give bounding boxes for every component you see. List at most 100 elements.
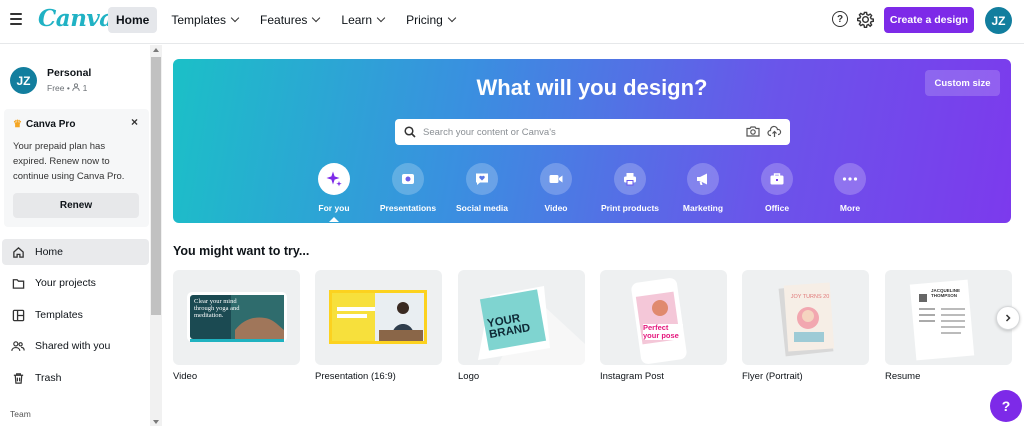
hero-title: What will you design? [476, 75, 708, 100]
suggestions-title: You might want to try... [173, 244, 310, 258]
sidebar-item-templates[interactable]: Templates [2, 302, 149, 328]
pro-message: Your prepaid plan has expired. Renew now… [13, 141, 125, 182]
nav-features-label: Features [260, 13, 308, 27]
nav-features[interactable]: Features [252, 7, 327, 33]
category-label: Presentations [379, 203, 437, 213]
upload-cloud-icon[interactable] [767, 125, 782, 138]
card-logo-label[interactable]: Logo [458, 371, 479, 382]
card-flyer-label[interactable]: Flyer (Portrait) [742, 371, 803, 382]
person-icon [72, 83, 80, 92]
card-flyer[interactable]: JOY TURNS 20 [742, 270, 869, 365]
account-name[interactable]: Personal [47, 67, 91, 79]
category-marketing[interactable]: Marketing [663, 163, 743, 213]
design-search-bar[interactable] [395, 119, 790, 145]
category-video[interactable]: Video [516, 163, 596, 213]
resume-thumbnail [909, 279, 975, 361]
selected-indicator [329, 217, 339, 222]
category-label: Print products [600, 203, 660, 213]
card-video[interactable]: Clear your mind through yoga and meditat… [173, 270, 300, 365]
custom-size-button[interactable]: Custom size [925, 70, 1000, 96]
sparkle-icon [318, 163, 350, 195]
category-social-media[interactable]: Social media [442, 163, 522, 213]
trash-icon [11, 371, 25, 385]
hero-banner: What will you design? Custom size For yo… [173, 59, 1011, 223]
nav-templates[interactable]: Templates [163, 7, 246, 33]
megaphone-icon [687, 163, 719, 195]
instagram-thumb-text: Perfect your pose [643, 324, 683, 340]
chevron-right-icon [1005, 314, 1011, 322]
settings-gear-icon[interactable] [857, 11, 874, 28]
resume-thumb-text: JACQUELINE THOMPSON [931, 288, 961, 298]
sidebar-item-shared-with-you[interactable]: Shared with you [2, 333, 149, 359]
category-print-products[interactable]: Print products [590, 163, 670, 213]
user-avatar[interactable]: JZ [985, 7, 1012, 34]
sidebar-item-trash[interactable]: Trash [2, 365, 149, 391]
account-avatar[interactable]: JZ [10, 67, 37, 94]
scrollbar-thumb[interactable] [151, 57, 161, 315]
canva-logo[interactable]: Canva [38, 5, 114, 32]
sidebar-scrollbar[interactable] [150, 45, 162, 426]
menu-icon[interactable] [10, 13, 22, 25]
card-resume-label[interactable]: Resume [885, 371, 920, 382]
printer-icon [614, 163, 646, 195]
card-presentation[interactable] [315, 270, 442, 365]
card-presentation-label[interactable]: Presentation (16:9) [315, 371, 396, 382]
nav-pricing[interactable]: Pricing [398, 7, 463, 33]
presentation-icon [392, 163, 424, 195]
scroll-up-icon[interactable] [153, 48, 159, 52]
sidebar-item-home[interactable]: Home [2, 239, 149, 265]
pro-title: ♛ Canva Pro [13, 119, 75, 130]
sidebar-item-label: Trash [35, 372, 62, 384]
heart-chat-icon [466, 163, 498, 195]
nav-home[interactable]: Home [108, 7, 158, 33]
instagram-thumbnail [631, 278, 687, 364]
nav-learn-label: Learn [341, 13, 373, 27]
category-label: Office [764, 203, 790, 213]
nav-templates-label: Templates [171, 13, 227, 27]
category-for-you[interactable]: For you [294, 163, 374, 222]
help-fab-button[interactable]: ? [990, 390, 1022, 422]
card-video-label[interactable]: Video [173, 371, 197, 382]
chevron-down-icon [376, 13, 386, 23]
card-instagram-post-label[interactable]: Instagram Post [600, 371, 664, 382]
templates-icon [11, 308, 25, 322]
create-design-button[interactable]: Create a design [884, 7, 974, 33]
top-bar: Canva Home Templates Features Learn Pric… [0, 0, 1024, 44]
scroll-down-icon[interactable] [153, 420, 159, 424]
chevron-down-icon [312, 13, 321, 23]
help-icon[interactable]: ? [832, 11, 848, 27]
category-label: For you [318, 203, 350, 213]
card-instagram-post[interactable]: Perfect your pose [600, 270, 727, 365]
card-resume[interactable]: JACQUELINE THOMPSON [885, 270, 1012, 365]
nav-learn[interactable]: Learn [333, 7, 392, 33]
camera-icon[interactable] [746, 125, 760, 138]
flyer-thumb-text: JOY TURNS 20 [790, 294, 830, 300]
member-count: 1 [82, 83, 88, 93]
category-label: Social media [456, 203, 508, 213]
nav-pricing-label: Pricing [406, 13, 443, 27]
card-logo[interactable]: YOUR BRAND [458, 270, 585, 365]
category-office[interactable]: Office [737, 163, 817, 213]
category-more[interactable]: More [810, 163, 890, 213]
video-icon [540, 163, 572, 195]
sidebar-item-label: Shared with you [35, 340, 111, 352]
main-nav: Home Templates Features Learn Pricing [108, 7, 469, 33]
presentation-thumbnail [329, 290, 427, 344]
carousel-next-button[interactable] [996, 306, 1020, 330]
renew-button[interactable]: Renew [13, 193, 139, 218]
briefcase-icon [761, 163, 793, 195]
more-icon [834, 163, 866, 195]
folder-icon [11, 276, 25, 290]
category-presentations[interactable]: Presentations [368, 163, 448, 213]
search-input[interactable] [423, 123, 723, 141]
video-thumb-text: Clear your mind through yoga and meditat… [194, 298, 240, 319]
sidebar-item-your-projects[interactable]: Your projects [2, 270, 149, 296]
canva-pro-panel: ♛ Canva Pro × Your prepaid plan has expir… [4, 109, 149, 227]
team-section-label: Team [10, 409, 31, 419]
sidebar-item-label: Templates [35, 309, 83, 321]
pro-title-text: Canva Pro [25, 119, 76, 130]
sidebar-item-label: Your projects [35, 277, 96, 289]
close-icon[interactable]: × [131, 115, 138, 129]
chevron-down-icon [447, 13, 457, 23]
crown-icon: ♛ [13, 119, 22, 130]
